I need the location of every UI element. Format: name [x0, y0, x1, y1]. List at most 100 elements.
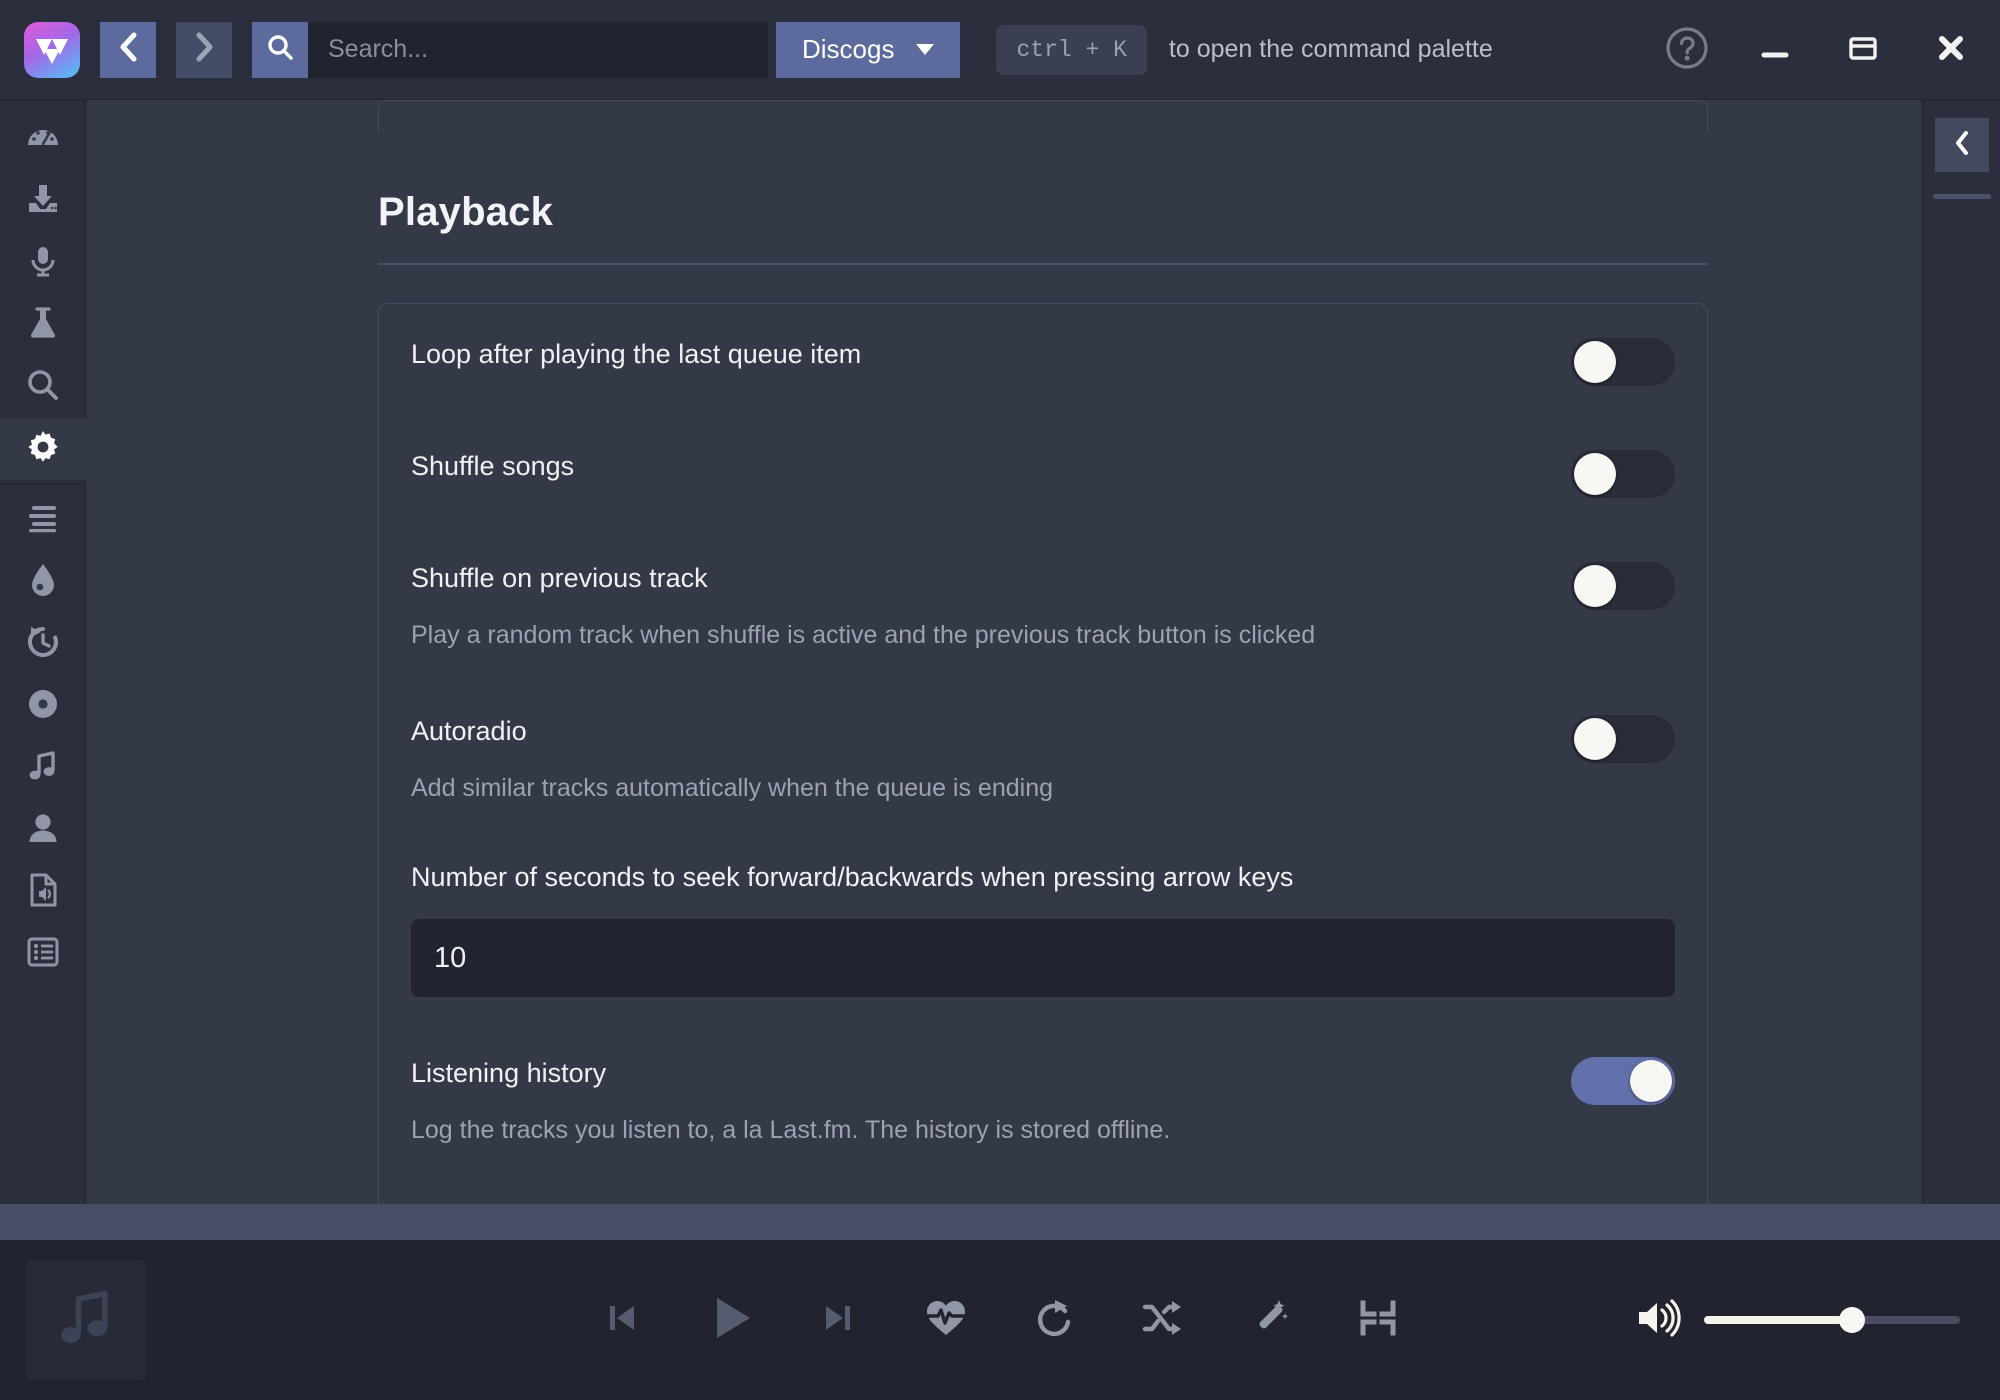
sidebar: [0, 100, 86, 1204]
chevron-down-icon: [916, 44, 934, 55]
sidebar-item-lab[interactable]: [0, 294, 86, 356]
seek-seconds-input[interactable]: [411, 919, 1675, 997]
setting-control: [1571, 338, 1675, 386]
playback-progress-bar[interactable]: [0, 1204, 2000, 1240]
setting-text: Loop after playing the last queue item: [411, 338, 1547, 372]
now-playing-cover[interactable]: [26, 1260, 146, 1380]
sidebar-item-tracks[interactable]: [0, 737, 86, 799]
shuffle-previous-toggle[interactable]: [1571, 562, 1675, 610]
minimize-icon: [1758, 31, 1792, 70]
close-button[interactable]: [1928, 27, 1974, 73]
search-input[interactable]: [308, 22, 768, 78]
panel-divider: [1933, 194, 1991, 199]
sidebar-item-search[interactable]: [0, 356, 86, 418]
next-track-button[interactable]: [810, 1292, 866, 1348]
setting-text: Shuffle songs: [411, 450, 1547, 484]
minimize-button[interactable]: [1752, 27, 1798, 73]
history-clock-icon: [25, 624, 61, 665]
magic-wand-icon: [1249, 1297, 1291, 1344]
shuffle-button[interactable]: [1134, 1292, 1190, 1348]
setting-label: Shuffle songs: [411, 450, 1547, 484]
person-icon: [26, 811, 60, 850]
search-icon: [266, 33, 294, 66]
setting-text: Listening history Log the tracks you lis…: [411, 1057, 1547, 1146]
setting-control: [1571, 450, 1675, 498]
volume-slider-handle[interactable]: [1839, 1307, 1865, 1333]
sidebar-item-history[interactable]: [0, 613, 86, 675]
setting-row-autoradio: Autoradio Add similar tracks automatical…: [411, 681, 1675, 834]
player-bar: [0, 1240, 2000, 1400]
toggle-knob: [1630, 1060, 1672, 1102]
setting-row-listening-history: Listening history Log the tracks you lis…: [411, 1023, 1675, 1176]
favorite-button[interactable]: [918, 1292, 974, 1348]
playback-settings-panel: Loop after playing the last queue item S…: [378, 303, 1708, 1204]
sidebar-item-drops[interactable]: [0, 551, 86, 613]
magic-button[interactable]: [1242, 1292, 1298, 1348]
page-title: Playback: [378, 190, 1708, 235]
sidebar-item-audio-files[interactable]: [0, 861, 86, 923]
nav-back-button[interactable]: [100, 22, 156, 78]
setting-label: Autoradio: [411, 715, 1547, 749]
sidebar-item-artists[interactable]: [0, 799, 86, 861]
section-divider: [378, 263, 1708, 265]
search-button[interactable]: [252, 22, 308, 78]
setting-control: [1571, 562, 1675, 610]
toggle-knob: [1574, 718, 1616, 760]
previous-track-button[interactable]: [594, 1292, 650, 1348]
toggle-knob: [1574, 341, 1616, 383]
collapse-panel-button[interactable]: [1935, 118, 1989, 172]
repeat-button[interactable]: [1026, 1292, 1082, 1348]
nav-forward-button[interactable]: [176, 22, 232, 78]
sidebar-item-albums[interactable]: [0, 675, 86, 737]
help-button[interactable]: [1664, 27, 1710, 73]
setting-row-autoradio-craziness: Autoradio craziness: [411, 1176, 1675, 1204]
sidebar-divider: [0, 484, 86, 485]
settings-content: Playback Loop after playing the last que…: [86, 100, 2000, 1204]
toggle-knob: [1574, 453, 1616, 495]
autoradio-toggle[interactable]: [1571, 715, 1675, 763]
setting-row-seek-seconds: Number of seconds to seek forward/backwa…: [411, 834, 1675, 1023]
maximize-button[interactable]: [1840, 27, 1886, 73]
heartbeat-icon: [924, 1297, 968, 1344]
setting-description: Add similar tracks automatically when th…: [411, 773, 1547, 804]
volume-slider[interactable]: [1704, 1316, 1960, 1324]
setting-row-shuffle-songs: Shuffle songs: [411, 416, 1675, 528]
sidebar-item-queue[interactable]: [0, 489, 86, 551]
question-circle-icon: [1664, 25, 1710, 76]
title-bar: Discogs ctrl + K to open the command pal…: [0, 0, 2000, 100]
music-note-icon: [55, 1286, 117, 1355]
search-bar: [252, 22, 768, 78]
skip-next-icon: [818, 1298, 858, 1343]
close-icon: [1934, 31, 1968, 70]
volume-slider-fill: [1704, 1316, 1852, 1324]
listening-history-toggle[interactable]: [1571, 1057, 1675, 1105]
shuffle-icon: [1141, 1299, 1183, 1342]
download-icon: [25, 181, 61, 222]
museeks-logo-icon: [34, 35, 70, 65]
search-source-dropdown[interactable]: Discogs: [776, 22, 960, 78]
app-logo: [24, 22, 80, 78]
command-palette-hint: to open the command palette: [1169, 35, 1493, 64]
music-note-icon: [27, 749, 59, 788]
app-body: Playback Loop after playing the last que…: [0, 100, 2000, 1204]
compact-view-button[interactable]: [1350, 1292, 1406, 1348]
previous-section-card-clipped: [378, 100, 1708, 132]
play-button[interactable]: [702, 1292, 758, 1348]
command-palette-shortcut: ctrl + K: [996, 25, 1146, 75]
shuffle-songs-toggle[interactable]: [1571, 450, 1675, 498]
gear-icon: [24, 428, 62, 471]
collapse-corners-icon: [1359, 1299, 1397, 1342]
loop-toggle[interactable]: [1571, 338, 1675, 386]
window-controls: [1664, 0, 1974, 100]
sidebar-item-dashboard[interactable]: [0, 108, 86, 170]
sidebar-item-downloads[interactable]: [0, 170, 86, 232]
sidebar-item-playlists[interactable]: [0, 923, 86, 985]
sidebar-item-settings[interactable]: [0, 418, 86, 480]
setting-label: Shuffle on previous track: [411, 562, 1547, 596]
setting-description: Log the tracks you listen to, a la Last.…: [411, 1115, 1547, 1146]
settings-scroll-area[interactable]: Playback Loop after playing the last que…: [86, 100, 2000, 1204]
skip-previous-icon: [602, 1298, 642, 1343]
list-detail-icon: [26, 935, 60, 974]
sidebar-item-podcasts[interactable]: [0, 232, 86, 294]
droplet-icon: [27, 562, 59, 603]
